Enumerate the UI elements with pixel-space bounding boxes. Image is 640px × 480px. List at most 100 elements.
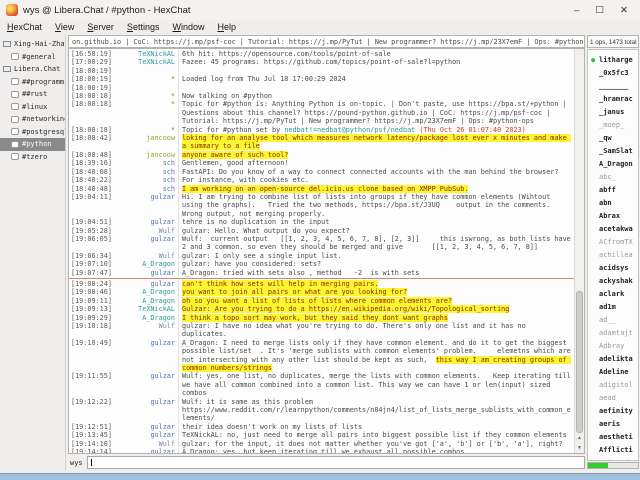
menu-item-settings[interactable]: Settings <box>127 22 160 32</box>
scroll-down-icon[interactable]: ▼ <box>575 443 584 453</box>
menu-item-hexchat[interactable]: HexChat <box>7 22 42 32</box>
topic-input[interactable]: on.github.io | CoC: https://j.mp/psf-coc… <box>68 35 585 48</box>
message-text: you want to join all pairs or what are y… <box>179 288 574 296</box>
menu-item-server[interactable]: Server <box>87 22 114 32</box>
user-list: ●litharge_0x5fc3________hramrac_janus_mo… <box>587 49 639 461</box>
user-item[interactable]: Abrax <box>588 209 638 222</box>
nick: Wulf <box>113 440 179 448</box>
user-item[interactable]: Afflicti <box>588 443 638 456</box>
message-text: I think a topo sort may work, but they s… <box>179 314 574 322</box>
user-item[interactable]: ●litharge <box>588 53 638 66</box>
user-item[interactable]: aefinity <box>588 404 638 417</box>
user-item[interactable]: adamtajt <box>588 326 638 339</box>
user-item[interactable]: _moep_ <box>588 118 638 131</box>
user-item[interactable]: adelikta <box>588 352 638 365</box>
timestamp: [19:11:55] <box>69 372 113 397</box>
channel-row-networking[interactable]: #networking <box>0 113 65 126</box>
user-item[interactable]: ACfromTX <box>588 235 638 248</box>
user-item[interactable]: aeris <box>588 417 638 430</box>
message-row: [18:40:48]schI am working on an open-sou… <box>69 185 574 193</box>
user-item[interactable]: _SamSlat <box>588 144 638 157</box>
message-log: [16:58:19]TeXNickAL6th hit: https://open… <box>69 49 574 453</box>
user-item[interactable]: _______ <box>588 79 638 92</box>
message-row: [19:10:49]gulzarA_Dragon: I need to merg… <box>69 339 574 373</box>
channel-tree: Xing-Hai-Zhai#generalLibera.Chat##progra… <box>0 34 66 470</box>
message-row: [18:40:22]schFor instance, with cookies … <box>69 176 574 184</box>
desktop-background <box>0 474 640 480</box>
scroll-up-icon[interactable]: ▲ <box>575 433 584 443</box>
channel-icon <box>11 91 19 98</box>
user-item[interactable]: ackyshak <box>588 274 638 287</box>
user-item[interactable]: _hramrac <box>588 92 638 105</box>
timestamp: [19:06:05] <box>69 235 113 252</box>
channel-row-tzero[interactable]: #tzero <box>0 151 65 164</box>
main-area: Xing-Hai-Zhai#generalLibera.Chat##progra… <box>0 34 640 470</box>
user-nick: acidsys <box>599 264 629 272</box>
timestamp: [19:08:24] <box>69 280 113 288</box>
user-item[interactable]: abc_ <box>588 170 638 183</box>
channel-row-postgresql[interactable]: #postgresql <box>0 126 65 139</box>
message-text: Hi. I am trying to combine list of lists… <box>179 193 574 218</box>
message-segment: loking for an analyse tool which measure… <box>182 134 571 150</box>
network-row[interactable]: Libera.Chat <box>0 63 65 76</box>
minimize-button[interactable]: – <box>574 5 579 16</box>
message-text: Topic for #python set by nedbat!=nedbat@… <box>179 126 574 134</box>
timestamp: [19:08:46] <box>69 288 113 296</box>
nick: A_Dragon <box>113 288 179 296</box>
user-item[interactable]: abff <box>588 183 638 196</box>
chat-area[interactable]: [16:58:19]TeXNickAL6th hit: https://open… <box>68 48 585 454</box>
userlist-header: 1 ops, 1473 total <box>587 35 639 48</box>
message-text: gulzar: I have no idea what you're tryin… <box>179 322 574 339</box>
user-item[interactable]: acidsys <box>588 261 638 274</box>
network-row[interactable]: Xing-Hai-Zhai <box>0 38 65 51</box>
user-item[interactable]: Adeline <box>588 365 638 378</box>
timestamp: [18:40:08] <box>69 168 113 176</box>
channel-row-general[interactable]: #general <box>0 51 65 64</box>
chat-scrollbar[interactable]: ▲ ▼ <box>574 49 584 453</box>
message-text: Wulf: yes, one list, no duplicates, merg… <box>179 372 574 397</box>
channel-row-python[interactable]: #python <box>0 138 65 151</box>
channel-row-linux[interactable]: #linux <box>0 101 65 114</box>
user-item[interactable]: _janus <box>588 105 638 118</box>
user-item[interactable]: abn <box>588 196 638 209</box>
message-row: [18:40:08]schFastAPI: Do you know of a w… <box>69 168 574 176</box>
nick: gulzar <box>113 423 179 431</box>
maximize-button[interactable]: ☐ <box>596 5 605 16</box>
user-item[interactable]: adigitol <box>588 378 638 391</box>
channel-label: #linux <box>22 103 47 111</box>
close-button[interactable]: ✕ <box>620 5 628 16</box>
menu-item-window[interactable]: Window <box>172 22 204 32</box>
user-item[interactable]: ad1m <box>588 300 638 313</box>
menu-item-view[interactable]: View <box>55 22 74 32</box>
message-text: For instance, with cookies etc. <box>179 176 574 184</box>
nick: sch <box>113 185 179 193</box>
menu-item-help[interactable]: Help <box>217 22 236 32</box>
user-nick: litharge <box>599 56 633 64</box>
user-item[interactable]: aclark <box>588 287 638 300</box>
channel-row-rust[interactable]: ##rust <box>0 88 65 101</box>
user-item[interactable]: Adbray <box>588 339 638 352</box>
user-nick: ad1m <box>599 303 616 311</box>
user-nick: achillea <box>599 251 633 259</box>
user-item[interactable]: achillea <box>588 248 638 261</box>
user-nick: adigitol <box>599 381 633 389</box>
channel-label: #tzero <box>22 153 47 161</box>
message-row: [19:14:14]gulzarA_Dragon: yes, but keep … <box>69 448 574 453</box>
message-row: [18:39:16]schGentlemen, good afternoon! <box>69 159 574 167</box>
nick: A_Dragon <box>113 314 179 322</box>
message-text: Loaded log from Thu Jul 18 17:00:29 2024 <box>179 75 574 83</box>
message-input[interactable] <box>88 457 584 468</box>
user-item[interactable]: ad__ <box>588 313 638 326</box>
user-item[interactable]: _qw <box>588 131 638 144</box>
channel-icon <box>11 153 19 160</box>
scrollbar-thumb[interactable] <box>576 291 583 433</box>
user-nick: ad__ <box>599 316 616 324</box>
user-item[interactable]: A_Dragon <box>588 157 638 170</box>
user-item[interactable]: agireud <box>588 456 638 461</box>
user-item[interactable]: aestheti <box>588 430 638 443</box>
user-item[interactable]: _0x5fc3 <box>588 66 638 79</box>
channel-row-programming[interactable]: ##programming <box>0 76 65 89</box>
server-icon <box>3 41 11 47</box>
user-item[interactable]: aead <box>588 391 638 404</box>
user-item[interactable]: acetakwa <box>588 222 638 235</box>
